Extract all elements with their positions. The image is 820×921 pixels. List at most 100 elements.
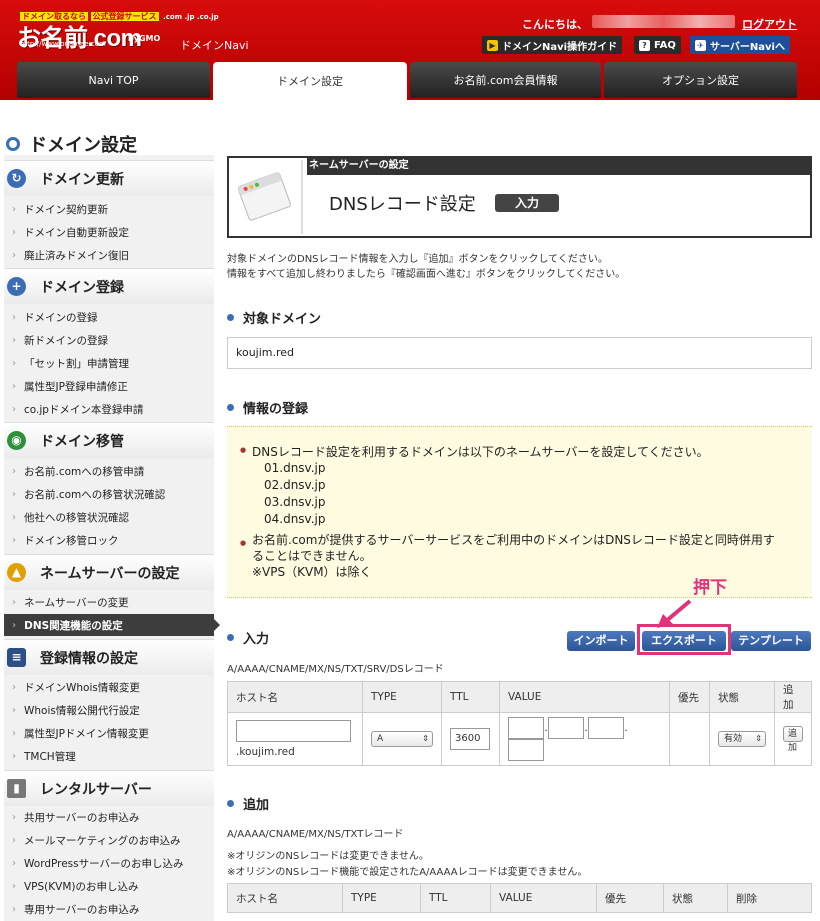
- dns-record-panel: ネームサーバーの設定 DNSレコード設定 入力: [227, 156, 812, 238]
- section-heading: 対象ドメイン: [243, 312, 322, 327]
- server-icon: ✈: [695, 39, 706, 51]
- sidebar-item-whois-change[interactable]: ドメインWhois情報変更: [4, 676, 214, 698]
- sidebar-item-dns-settings[interactable]: DNS関連機能の設定: [4, 614, 220, 636]
- add-note-1: ※オリジンのNSレコードは変更できません。: [227, 851, 429, 862]
- sidebar-item-dedicated-server[interactable]: 専用サーバーのお申込み: [4, 898, 214, 920]
- database-icon: ≡: [7, 648, 26, 667]
- notice-text: ることはできません。: [252, 549, 372, 563]
- sidebar-item-domain-register[interactable]: ドメインの登録: [4, 306, 214, 328]
- sidebar-section-title: ネームサーバーの設定: [40, 565, 180, 582]
- template-button[interactable]: テンプレート: [731, 631, 811, 651]
- sidebar-section-nameserver: ▲ ネームサーバーの設定: [4, 554, 214, 590]
- export-highlight: [637, 624, 731, 655]
- ip-octet-4-input[interactable]: [508, 739, 544, 761]
- sidebar-item-whois-proxy[interactable]: Whois情報公開代行設定: [4, 699, 214, 721]
- sidebar-section-title: 登録情報の設定: [40, 650, 138, 667]
- nameserver-icon: ▲: [7, 563, 26, 582]
- add-cell: 追加: [774, 712, 812, 766]
- faq-button[interactable]: ? FAQ: [634, 36, 681, 54]
- sidebar-section-title: ドメイン移管: [40, 433, 124, 450]
- header: ドメイン取るなら 公式登録サービス .com .jp .co.jp お名前.co…: [0, 0, 820, 100]
- nameserver-list: 01.dnsv.jp 02.dnsv.jp 03.dnsv.jp 04.dnsv…: [264, 460, 326, 528]
- guide-button[interactable]: ▶ ドメインNavi操作ガイド: [482, 36, 623, 54]
- guide-icon: ▶: [487, 39, 498, 51]
- redacted-username: [592, 15, 735, 28]
- sidebar-section-info: ≡ 登録情報の設定: [4, 639, 214, 675]
- sidebar-item-set-discount[interactable]: 「セット割」申請管理: [4, 352, 214, 374]
- panel-title: DNSレコード設定: [329, 194, 476, 215]
- col-type: TYPE: [342, 883, 421, 913]
- ip-octet-1-input[interactable]: [508, 717, 544, 739]
- sidebar-item-tmch[interactable]: TMCH管理: [4, 745, 214, 767]
- type-select[interactable]: A: [371, 731, 433, 747]
- sidebar-item-auto-renewal[interactable]: ドメイン自動更新設定: [4, 221, 214, 243]
- dot-separator: .: [624, 722, 628, 734]
- sidebar: ↻ ドメイン更新 ドメイン契約更新 ドメイン自動更新設定 廃止済みドメイン復旧 +…: [4, 155, 220, 921]
- sidebar-item-shared-server[interactable]: 共用サーバーのお申込み: [4, 806, 214, 828]
- col-ttl: TTL: [420, 883, 491, 913]
- description-line-2: 情報をすべて追加し終わりましたら『確認画面へ進む』ボタンをクリックしてください。: [227, 269, 626, 280]
- add-button[interactable]: 追加: [783, 725, 803, 753]
- import-button[interactable]: インポート: [567, 631, 635, 651]
- nameserver-item: 02.dnsv.jp: [264, 478, 326, 492]
- status-select[interactable]: 有効: [718, 731, 766, 747]
- ip-octet-2-input[interactable]: [548, 717, 584, 739]
- notice-text: DNSレコード設定を利用するドメインは以下のネームサーバーを設定してください。: [252, 445, 709, 459]
- add-note-2: ※オリジンのNSレコード機能で設定されたA/AAAAレコードは変更できません。: [227, 867, 588, 878]
- ip-octet-3-input[interactable]: [588, 717, 624, 739]
- input-table: ホスト名 TYPE TTL VALUE 優先 状態 追加 .koujim.red…: [227, 681, 812, 766]
- sidebar-item-transfer-apply[interactable]: お名前.comへの移管申請: [4, 460, 214, 482]
- logo-domains: .com .jp .co.jp: [163, 13, 219, 21]
- ttl-input[interactable]: 3600: [450, 728, 490, 750]
- logo-url: http://www.onamae.com: [20, 40, 106, 48]
- step-badge: 入力: [495, 194, 559, 212]
- col-value: VALUE: [490, 883, 597, 913]
- sidebar-item-outbound-status[interactable]: 他社への移管状況確認: [4, 506, 214, 528]
- panel-category: ネームサーバーの設定: [307, 158, 812, 175]
- notice-text: お名前.comが提供するサーバーサービスをご利用中のドメインはDNSレコード設定…: [252, 533, 775, 547]
- sidebar-section-transfer: ◉ ドメイン移管: [4, 422, 214, 458]
- sidebar-item-transfer-status[interactable]: お名前.comへの移管状況確認: [4, 483, 214, 505]
- app-name: ドメインNavi: [180, 39, 249, 52]
- page-title: ドメイン設定: [6, 131, 137, 157]
- section-heading: 追加: [243, 798, 270, 813]
- sidebar-item-restore[interactable]: 廃止済みドメイン復旧: [4, 244, 214, 266]
- col-priority: 優先: [669, 681, 710, 713]
- priority-cell: [669, 712, 710, 766]
- sidebar-item-mail-marketing[interactable]: メールマーケティングのお申込み: [4, 829, 214, 851]
- sidebar-item-contract-renewal[interactable]: ドメイン契約更新: [4, 198, 214, 220]
- col-host: ホスト名: [227, 883, 343, 913]
- tab-domain-settings[interactable]: ドメイン設定: [213, 62, 407, 100]
- section-registration: 情報の登録: [227, 398, 308, 417]
- col-status: 状態: [709, 681, 775, 713]
- sidebar-item-vps[interactable]: VPS(KVM)のお申し込み: [4, 875, 214, 897]
- server-navi-label: サーバーNaviへ: [710, 41, 785, 53]
- sidebar-item-jp-info-change[interactable]: 属性型JPドメイン情報変更: [4, 722, 214, 744]
- col-priority: 優先: [596, 883, 664, 913]
- sidebar-item-cojp-register[interactable]: co.jpドメイン本登録申請: [4, 398, 214, 420]
- tab-navi-top[interactable]: Navi TOP: [17, 62, 210, 98]
- input-record-types: A/AAAA/CNAME/MX/NS/TXT/SRV/DSレコード: [227, 664, 444, 675]
- sidebar-item-new-domain[interactable]: 新ドメインの登録: [4, 329, 214, 351]
- section-add: 追加: [227, 794, 269, 813]
- logout-link[interactable]: ログアウト: [742, 16, 797, 32]
- host-cell: .koujim.red: [227, 712, 363, 766]
- tab-member-info[interactable]: お名前.com会員情報: [410, 62, 601, 98]
- tab-option-settings[interactable]: オプション設定: [604, 62, 797, 98]
- sidebar-item-jp-correction[interactable]: 属性型JP登録申請修正: [4, 375, 214, 397]
- col-add: 追加: [774, 681, 812, 713]
- section-heading: 入力: [243, 632, 270, 647]
- sidebar-item-wordpress-server[interactable]: WordPressサーバーのお申し込み: [4, 852, 214, 874]
- host-input[interactable]: [236, 720, 351, 742]
- sidebar-section-title: レンタルサーバー: [40, 781, 152, 798]
- section-target-domain: 対象ドメイン: [227, 308, 321, 327]
- sidebar-item-transfer-lock[interactable]: ドメイン移管ロック: [4, 529, 214, 551]
- section-heading: 情報の登録: [243, 402, 309, 417]
- nameserver-item: 01.dnsv.jp: [264, 461, 326, 475]
- section-input: 入力: [227, 628, 269, 647]
- sidebar-section-registration: + ドメイン登録: [4, 268, 214, 304]
- server-navi-button[interactable]: ✈ サーバーNaviへ: [690, 36, 790, 54]
- sidebar-item-nameserver-change[interactable]: ネームサーバーの変更: [4, 591, 214, 613]
- server-rack-icon: ▮: [7, 779, 26, 798]
- press-annotation: 押下: [693, 578, 727, 598]
